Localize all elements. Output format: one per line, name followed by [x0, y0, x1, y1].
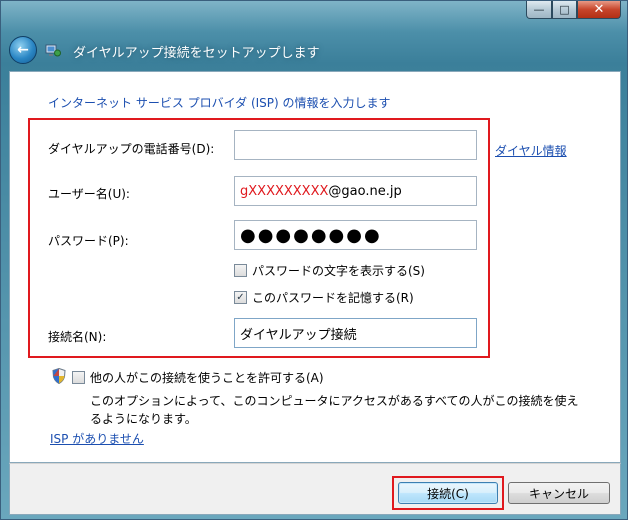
- username-hidden-part: gXXXXXXXXX: [240, 183, 329, 199]
- username-domain: @gao.ne.jp: [328, 183, 402, 199]
- minimize-button[interactable]: —: [526, 1, 552, 19]
- remember-password-box[interactable]: ✓: [234, 291, 247, 304]
- wizard-window: — □ ✕ ← ダイヤルアップ接続をセットアップします インターネット サービス…: [0, 0, 628, 520]
- caption-buttons: — □ ✕: [526, 1, 621, 19]
- close-button[interactable]: ✕: [577, 1, 621, 19]
- connect-button[interactable]: 接続(C): [398, 482, 498, 504]
- no-isp-link[interactable]: ISP がありません: [50, 430, 144, 447]
- password-mask: ●●●●●●●●: [240, 224, 382, 246]
- password-input[interactable]: ●●●●●●●●: [234, 220, 477, 250]
- cancel-button[interactable]: キャンセル: [508, 482, 610, 504]
- remember-password-label: このパスワードを記憶する(R): [252, 291, 414, 305]
- phone-number-input[interactable]: [234, 130, 477, 160]
- username-label: ユーザー名(U):: [48, 187, 130, 201]
- show-password-label: パスワードの文字を表示する(S): [252, 264, 425, 278]
- password-label: パスワード(P):: [48, 234, 129, 248]
- dial-info-link[interactable]: ダイヤル情報: [495, 142, 567, 159]
- wizard-content: インターネット サービス プロバイダ (ISP) の情報を入力します ダイヤルア…: [9, 71, 621, 463]
- remember-password-checkbox[interactable]: ✓ このパスワードを記憶する(R): [234, 289, 414, 306]
- allow-others-label: 他の人がこの接続を使うことを許可する(A): [90, 371, 324, 385]
- wizard-title: ダイヤルアップ接続をセットアップします: [73, 46, 320, 61]
- wizard-nav: ← ダイヤルアップ接続をセットアップします: [1, 31, 627, 71]
- wizard-footer: 接続(C) キャンセル: [9, 463, 621, 515]
- username-input[interactable]: gXXXXXXXXX @gao.ne.jp: [234, 176, 477, 206]
- title-bar: — □ ✕: [1, 1, 627, 31]
- allow-others-checkbox[interactable]: 他の人がこの接続を使うことを許可する(A): [72, 369, 324, 386]
- show-password-checkbox[interactable]: パスワードの文字を表示する(S): [234, 262, 425, 279]
- page-heading: インターネット サービス プロバイダ (ISP) の情報を入力します: [48, 96, 391, 110]
- back-button[interactable]: ←: [9, 36, 37, 64]
- allow-others-box[interactable]: [72, 371, 85, 384]
- network-wizard-icon: [45, 44, 61, 57]
- connection-name-label: 接続名(N):: [48, 330, 107, 344]
- uac-shield-icon: [52, 368, 66, 384]
- allow-others-description: このオプションによって、このコンピュータにアクセスがあるすべての人がこの接続を使…: [90, 394, 579, 426]
- show-password-box[interactable]: [234, 264, 247, 277]
- maximize-button[interactable]: □: [552, 1, 577, 19]
- phone-number-label: ダイヤルアップの電話番号(D):: [48, 142, 215, 156]
- connection-name-input[interactable]: ダイヤルアップ接続: [234, 318, 477, 348]
